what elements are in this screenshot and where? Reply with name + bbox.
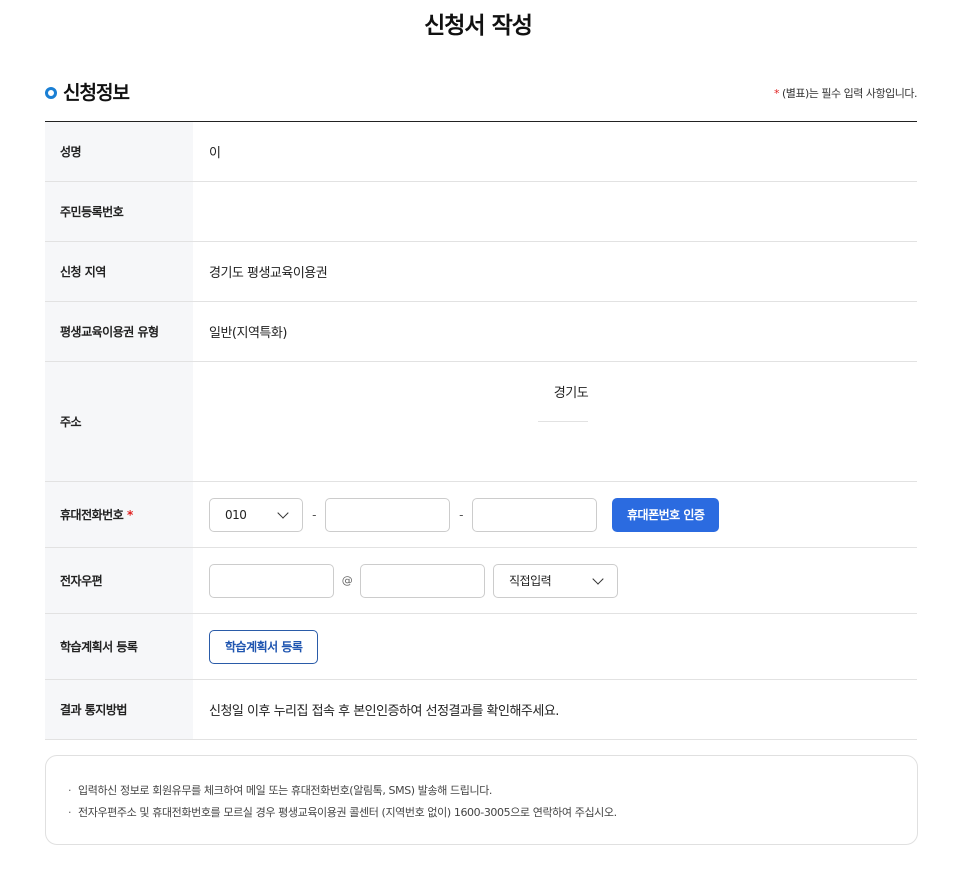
- phone-inputs: 010 - - 휴대폰번호 인증: [193, 482, 917, 547]
- phone-required-star: *: [126, 507, 133, 522]
- required-note-text: (별표)는 필수 입력 사항입니다.: [781, 87, 918, 100]
- notice-text-2: 전자우편주소 및 휴대전화번호를 모르실 경우 평생교육이용권 콜센터 (지역번…: [78, 806, 617, 819]
- row-email: 전자우편 @ 직접입력: [45, 548, 917, 614]
- notice-item: · 전자우편주소 및 휴대전화번호를 모르실 경우 평생교육이용권 콜센터 (지역…: [68, 802, 917, 824]
- circle-bullet-icon: [45, 87, 57, 99]
- address-label: 주소: [45, 362, 193, 481]
- row-study-plan: 학습계획서 등록 학습계획서 등록: [45, 614, 917, 680]
- row-region: 신청 지역 경기도 평생교육이용권: [45, 242, 917, 302]
- address-line1: 경기도: [537, 362, 589, 422]
- result-notice-label: 결과 통지방법: [45, 680, 193, 739]
- phone-middle-input[interactable]: [325, 497, 450, 532]
- address-value: 경기도: [193, 362, 917, 481]
- required-note: * (별표)는 필수 입력 사항입니다.: [773, 85, 918, 101]
- study-plan-cell: 학습계획서 등록: [193, 614, 917, 679]
- required-star: *: [773, 87, 780, 100]
- phone-label-text: 휴대전화번호: [60, 508, 124, 522]
- bullet-dot: ·: [68, 784, 72, 797]
- phone-prefix-select[interactable]: 010: [209, 497, 303, 532]
- email-id-input[interactable]: [209, 563, 334, 598]
- study-plan-register-button[interactable]: 학습계획서 등록: [209, 629, 319, 664]
- region-label: 신청 지역: [45, 242, 193, 301]
- email-label: 전자우편: [45, 548, 193, 613]
- email-domain-select-value: 직접입력: [509, 574, 552, 588]
- notice-box: · 입력하신 정보로 회원유무를 체크하여 메일 또는 휴대전화번호(알림톡, S…: [45, 755, 918, 845]
- result-notice-value: 신청일 이후 누리집 접속 후 본인인증하여 선정결과를 확인해주세요.: [209, 704, 559, 719]
- row-result-notice: 결과 통지방법 신청일 이후 누리집 접속 후 본인인증하여 선정결과를 확인해…: [45, 680, 917, 740]
- page-title: 신청서 작성: [424, 13, 533, 39]
- voucher-type-value: 일반(지역특화): [209, 326, 287, 341]
- notice-item: · 입력하신 정보로 회원유무를 체크하여 메일 또는 휴대전화번호(알림톡, S…: [68, 780, 917, 802]
- row-resident-number: 주민등록번호: [45, 182, 917, 242]
- resident-number-label: 주민등록번호: [45, 182, 193, 241]
- application-form-table: 성명 이 주민등록번호 신청 지역 경기도 평생교육이용권 평생교육이용권 유형…: [45, 121, 917, 740]
- chevron-down-icon: [277, 506, 289, 519]
- resident-number-value: [193, 182, 917, 241]
- phone-separator-2: -: [459, 507, 463, 522]
- phone-verify-button[interactable]: 휴대폰번호 인증: [612, 497, 720, 532]
- phone-last-input[interactable]: [472, 497, 597, 532]
- row-name: 성명 이: [45, 122, 917, 182]
- bullet-dot: ·: [68, 806, 72, 819]
- phone-label: 휴대전화번호 *: [45, 482, 193, 547]
- notice-text-1: 입력하신 정보로 회원유무를 체크하여 메일 또는 휴대전화번호(알림톡, SM…: [78, 784, 493, 797]
- row-phone: 휴대전화번호 * 010 - - 휴대폰번호 인증: [45, 482, 917, 548]
- row-voucher-type: 평생교육이용권 유형 일반(지역특화): [45, 302, 917, 362]
- name-label: 성명: [45, 122, 193, 181]
- section-title: 신청정보: [63, 82, 130, 104]
- row-address: 주소 경기도: [45, 362, 917, 482]
- chevron-down-icon: [592, 572, 604, 585]
- name-value: 이: [209, 146, 221, 161]
- voucher-type-label: 평생교육이용권 유형: [45, 302, 193, 361]
- address-line2: [555, 422, 571, 481]
- phone-separator-1: -: [312, 507, 316, 522]
- at-sign: @: [341, 574, 353, 587]
- study-plan-label: 학습계획서 등록: [45, 614, 193, 679]
- region-value: 경기도 평생교육이용권: [209, 266, 328, 281]
- phone-prefix-value: 010: [225, 507, 247, 522]
- email-inputs: @ 직접입력: [193, 548, 917, 613]
- section-header: 신청정보 * (별표)는 필수 입력 사항입니다.: [45, 78, 918, 108]
- email-domain-select[interactable]: 직접입력: [493, 563, 618, 598]
- email-domain-input[interactable]: [360, 563, 485, 598]
